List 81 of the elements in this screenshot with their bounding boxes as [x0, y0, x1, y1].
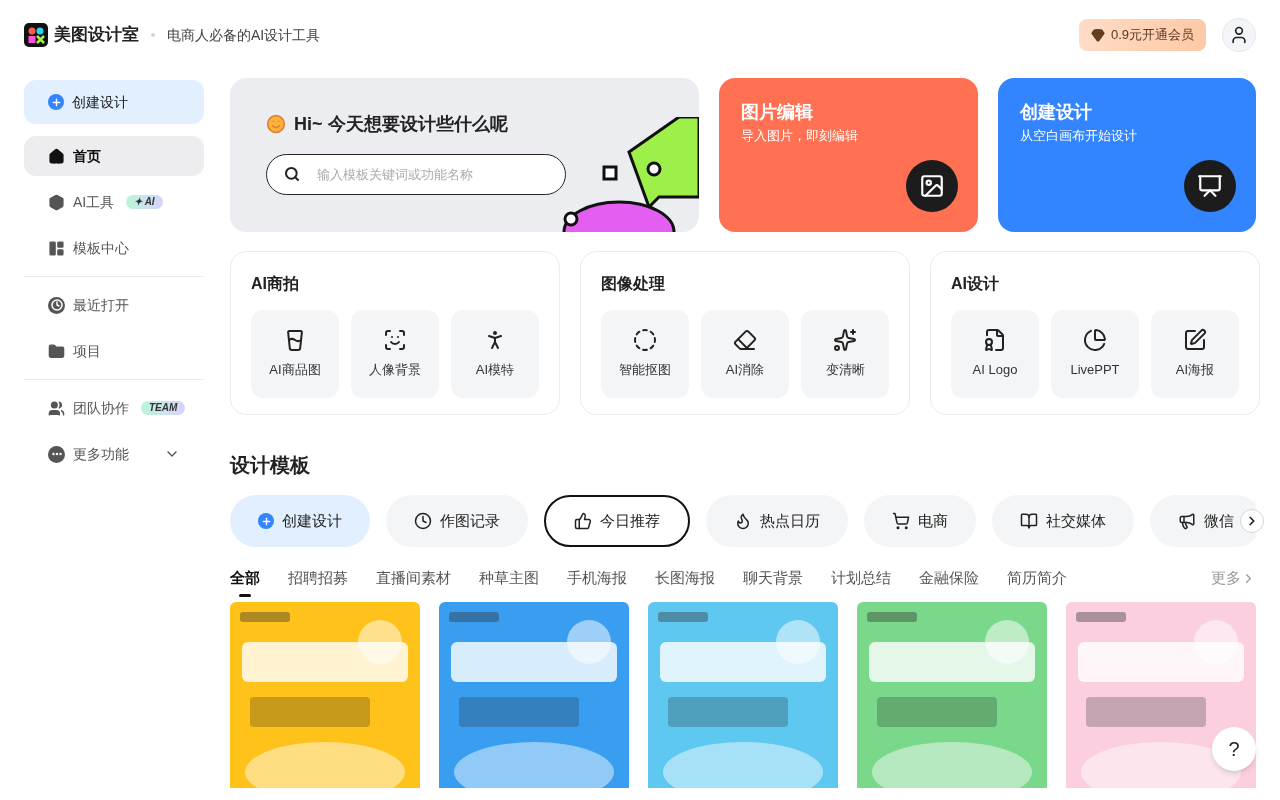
folder-icon — [48, 342, 65, 360]
pie-chart-icon — [1083, 328, 1107, 353]
feature-card[interactable]: 创建设计 从空白画布开始设计 — [997, 78, 1256, 232]
section-title: 设计模板 — [230, 453, 311, 478]
plus-icon — [258, 513, 274, 529]
greeting: Hi~ 今天想要设计些什么呢 — [294, 113, 508, 136]
scroll-right-button[interactable] — [1240, 509, 1264, 533]
brand-name[interactable]: 美图设计室 — [54, 22, 139, 48]
search-field[interactable]: 输入模板关键词或功能名称 — [266, 154, 566, 195]
card-title: 创建设计 — [1019, 101, 1093, 124]
sidebar-item[interactable]: 项目 — [24, 331, 204, 371]
badge-icon — [983, 328, 1007, 353]
megaphone-icon — [1178, 512, 1196, 530]
card-title: 图像处理 — [601, 274, 666, 294]
tool-tile[interactable]: AI Logo — [951, 310, 1039, 398]
tool-tile[interactable]: LivePPT — [1051, 310, 1139, 398]
gem-icon — [1090, 28, 1105, 42]
cube-icon — [48, 193, 65, 211]
category-tab[interactable]: 种草主图 — [479, 567, 539, 597]
clock-icon — [48, 296, 65, 314]
sidebar-item[interactable]: 最近打开 — [24, 285, 204, 325]
tool-tile[interactable]: 智能抠图 — [601, 310, 689, 398]
circle-icon — [633, 328, 657, 353]
category-chip[interactable]: 电商 — [864, 495, 976, 547]
category-chip[interactable]: 社交媒体 — [992, 495, 1134, 547]
tagline: 电商人必备的AI设计工具 — [167, 26, 321, 45]
create-design-button[interactable]: 创建设计 — [24, 80, 204, 124]
sidebar-item[interactable]: AI工具 ✦ AI — [24, 182, 204, 222]
card-subtitle: 导入图片，即刻编辑 — [741, 127, 859, 145]
portrait-icon — [383, 328, 407, 353]
pen-icon — [1183, 328, 1207, 353]
category-tab[interactable]: 金融保险 — [919, 567, 979, 597]
tool-tile[interactable]: AI模特 — [451, 310, 539, 398]
smile-icon — [266, 114, 286, 134]
category-tab[interactable]: 全部 — [230, 567, 260, 597]
category-chip[interactable]: 创建设计 — [230, 495, 370, 547]
sidebar-item[interactable]: 首页 — [24, 136, 204, 176]
flame-icon — [734, 512, 752, 530]
plus-icon — [48, 94, 64, 110]
image-icon — [905, 160, 958, 212]
user-avatar-button[interactable] — [1222, 18, 1256, 52]
app-logo-icon — [24, 23, 48, 47]
category-chip[interactable]: 作图记录 — [386, 495, 528, 547]
feature-badge: ✦ AI — [126, 194, 163, 210]
vip-button[interactable]: 0.9元开通会员 — [1078, 19, 1206, 51]
category-chip[interactable]: 热点日历 — [706, 495, 848, 547]
card-title: AI商拍 — [251, 274, 300, 294]
category-tab[interactable]: 手机海报 — [567, 567, 627, 597]
search-icon — [284, 166, 300, 182]
user-icon — [1229, 25, 1249, 45]
presentation-icon — [1184, 160, 1236, 212]
feature-badge: TEAM — [141, 400, 186, 416]
category-chip[interactable]: 微信 — [1150, 495, 1256, 547]
layout-icon — [48, 239, 65, 257]
tool-tile[interactable]: 人像背景 — [351, 310, 439, 398]
tool-tile[interactable]: AI海报 — [1151, 310, 1239, 398]
category-chip[interactable]: 今日推荐 — [544, 495, 690, 547]
eraser-icon — [733, 328, 757, 353]
cart-icon — [892, 512, 910, 530]
card-title: 图片编辑 — [741, 101, 814, 124]
category-tab[interactable]: 聊天背景 — [743, 567, 803, 597]
tool-tile[interactable]: AI消除 — [701, 310, 789, 398]
card-title: AI设计 — [951, 274, 1000, 294]
category-tab[interactable]: 简历简介 — [1007, 567, 1067, 597]
book-icon — [1020, 512, 1038, 530]
sidebar-item[interactable]: 团队协作 TEAM — [24, 388, 204, 428]
category-tab[interactable]: 长图海报 — [655, 567, 715, 597]
more-icon — [48, 445, 65, 463]
home-icon — [48, 147, 65, 165]
sparkle-icon — [833, 328, 857, 353]
category-tab[interactable]: 直播间素材 — [376, 567, 451, 597]
sidebar-item[interactable]: 模板中心 — [24, 228, 204, 268]
thumbs-up-icon — [574, 512, 592, 530]
tool-tile[interactable]: 变清晰 — [801, 310, 889, 398]
category-tab[interactable]: 招聘招募 — [288, 567, 348, 597]
clock-icon — [414, 512, 432, 530]
card-subtitle: 从空白画布开始设计 — [1019, 127, 1138, 145]
people-icon — [48, 399, 65, 417]
category-tab[interactable]: 计划总结 — [831, 567, 891, 597]
sidebar-item[interactable]: 更多功能 — [24, 434, 204, 474]
tool-tile[interactable]: AI商品图 — [251, 310, 339, 398]
